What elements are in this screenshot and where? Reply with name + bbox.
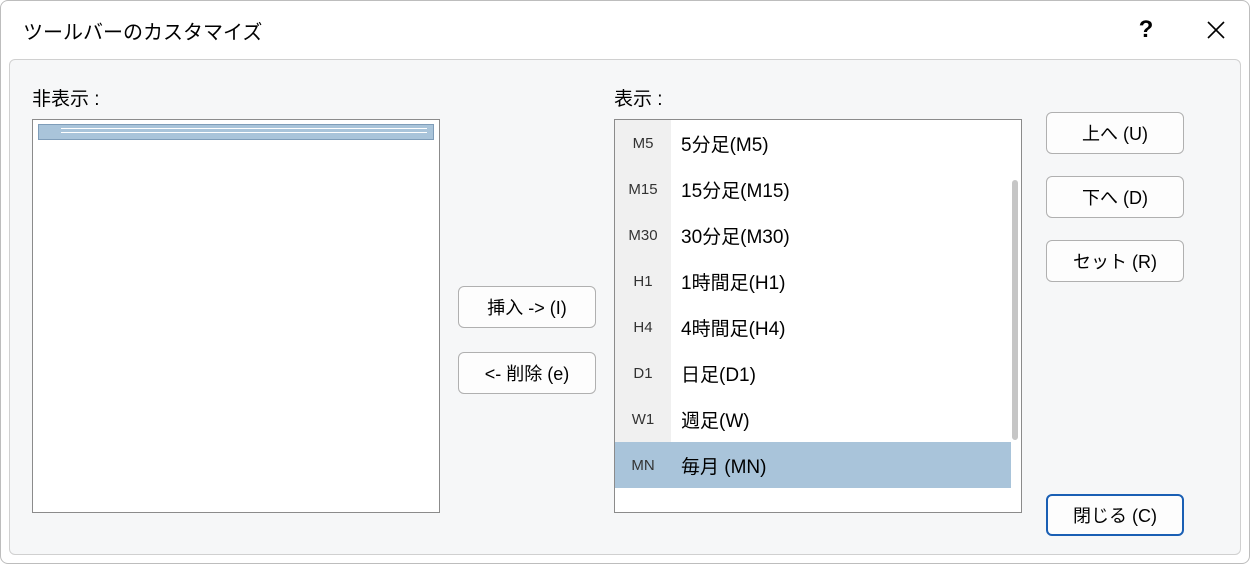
list-item-label: 30分足(M30)	[671, 222, 790, 249]
timeframe-code-icon: M15	[615, 166, 671, 212]
timeframe-code-icon: W1	[615, 396, 671, 442]
timeframe-code-icon: D1	[615, 350, 671, 396]
shown-label: 表示 :	[614, 84, 1022, 111]
hidden-label: 非表示 :	[32, 84, 440, 111]
dialog-window: ツールバーのカスタマイズ ? 非表示 : 挿入 -> (I) <- 削除 (e)…	[0, 0, 1250, 564]
timeframe-code-icon: M5	[615, 120, 671, 166]
set-button[interactable]: セット (R)	[1046, 240, 1184, 282]
shown-column: 表示 : M55分足(M5)M1515分足(M15)M3030分足(M30)H1…	[614, 84, 1022, 536]
list-item-label: 週足(W)	[671, 406, 750, 433]
help-button[interactable]: ?	[1121, 8, 1171, 52]
up-button[interactable]: 上へ (U)	[1046, 112, 1184, 154]
list-item-label: 日足(D1)	[671, 360, 756, 387]
scrollbar-thumb[interactable]	[1012, 180, 1018, 440]
hidden-listbox[interactable]	[32, 119, 440, 513]
list-item-label: 4時間足(H4)	[671, 314, 786, 341]
close-window-button[interactable]	[1191, 8, 1241, 52]
timeframe-code-icon: M30	[615, 212, 671, 258]
list-item[interactable]: M3030分足(M30)	[615, 212, 1021, 258]
list-item[interactable]: W1週足(W)	[615, 396, 1021, 442]
list-item-label: 5分足(M5)	[671, 130, 769, 157]
close-button[interactable]: 閉じる (C)	[1046, 494, 1184, 536]
window-title: ツールバーのカスタマイズ	[23, 16, 1101, 45]
list-item-label: 1時間足(H1)	[671, 268, 786, 295]
list-item[interactable]: D1日足(D1)	[615, 350, 1021, 396]
side-buttons-column: 上へ (U) 下へ (D) セット (R) 閉じる (C)	[1046, 84, 1184, 536]
list-item[interactable]: M1515分足(M15)	[615, 166, 1021, 212]
dialog-body: 非表示 : 挿入 -> (I) <- 削除 (e) 表示 : M55分足(M5)…	[9, 59, 1241, 555]
list-item-label: 15分足(M15)	[671, 176, 790, 203]
list-item[interactable]: H11時間足(H1)	[615, 258, 1021, 304]
list-item-label: 毎月 (MN)	[671, 452, 766, 479]
hidden-column: 非表示 :	[32, 84, 440, 536]
shown-list: M55分足(M5)M1515分足(M15)M3030分足(M30)H11時間足(…	[615, 120, 1021, 488]
list-item[interactable]: MN毎月 (MN)	[615, 442, 1011, 488]
transfer-buttons-column: 挿入 -> (I) <- 削除 (e)	[458, 84, 596, 536]
spacer	[1046, 304, 1184, 472]
help-icon: ?	[1139, 16, 1154, 44]
insert-button[interactable]: 挿入 -> (I)	[458, 286, 596, 328]
hidden-placeholder-item[interactable]	[38, 124, 434, 140]
list-item[interactable]: H44時間足(H4)	[615, 304, 1021, 350]
remove-button[interactable]: <- 削除 (e)	[458, 352, 596, 394]
close-icon	[1207, 21, 1225, 39]
timeframe-code-icon: H4	[615, 304, 671, 350]
timeframe-code-icon: MN	[615, 442, 671, 488]
down-button[interactable]: 下へ (D)	[1046, 176, 1184, 218]
shown-listbox[interactable]: M55分足(M5)M1515分足(M15)M3030分足(M30)H11時間足(…	[614, 119, 1022, 513]
titlebar: ツールバーのカスタマイズ ?	[1, 1, 1249, 59]
list-item[interactable]: M55分足(M5)	[615, 120, 1021, 166]
timeframe-code-icon: H1	[615, 258, 671, 304]
